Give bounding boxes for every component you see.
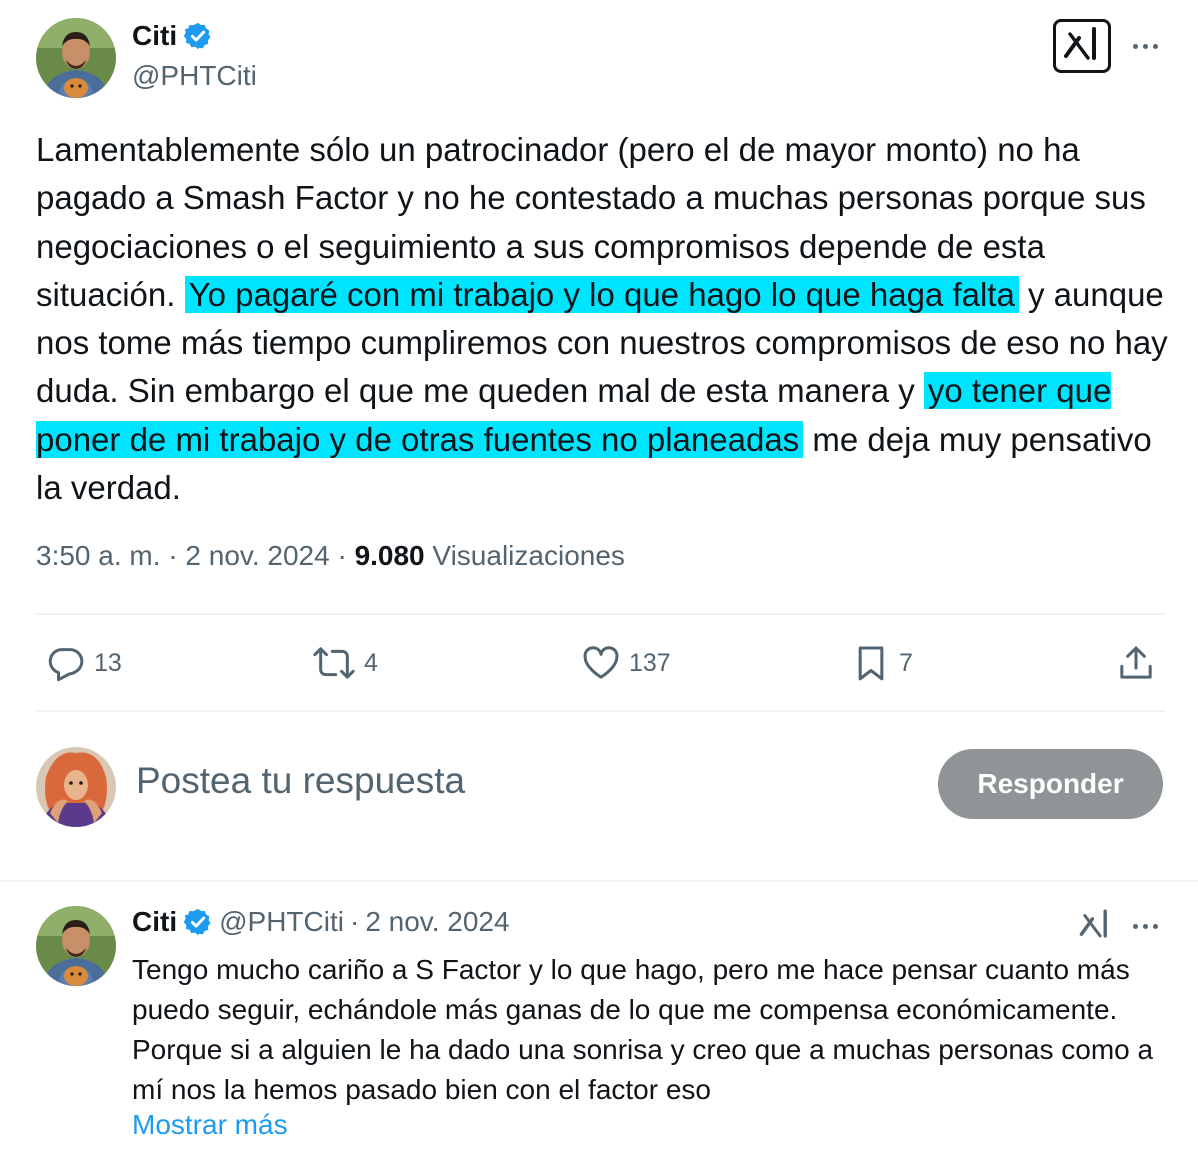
reply-author-avatar[interactable] bbox=[36, 906, 116, 986]
reply-author-handle[interactable]: @PHTCiti bbox=[219, 906, 344, 938]
tweet-date[interactable]: 2 nov. 2024 bbox=[185, 540, 329, 571]
reply-input[interactable]: Postea tu respuesta bbox=[136, 760, 465, 802]
meta-separator: · bbox=[160, 540, 186, 571]
reply-author-name[interactable]: Citi bbox=[132, 906, 177, 938]
tweet-meta: 3:50 a. m. · 2 nov. 2024 · 9.080 Visuali… bbox=[36, 540, 625, 572]
bookmark-count: 7 bbox=[899, 648, 913, 677]
retweet-icon bbox=[312, 643, 356, 683]
reply-tweet-header: Citi @PHTCiti · 2 nov. 2024 bbox=[132, 906, 510, 938]
author-name[interactable]: Citi bbox=[132, 20, 177, 52]
bookmark-icon bbox=[851, 642, 891, 684]
like-action[interactable]: 137 bbox=[581, 640, 671, 686]
tweet-time[interactable]: 3:50 a. m. bbox=[36, 540, 161, 571]
divider bbox=[36, 613, 1166, 615]
reply-icon bbox=[46, 643, 86, 683]
header-separator: · bbox=[349, 906, 360, 937]
reply-date[interactable]: 2 nov. 2024 bbox=[365, 906, 509, 938]
grok-icon bbox=[1062, 26, 1102, 67]
grok-icon[interactable] bbox=[1078, 908, 1112, 945]
author-handle[interactable]: @PHTCiti bbox=[132, 60, 257, 92]
show-more-link[interactable]: Mostrar más bbox=[132, 1109, 288, 1141]
reply-button[interactable]: Responder bbox=[938, 749, 1163, 819]
share-action[interactable] bbox=[1116, 640, 1156, 686]
retweet-action[interactable]: 4 bbox=[312, 640, 378, 686]
reply-count: 13 bbox=[94, 648, 122, 677]
reply-tweet-text: Tengo mucho cariño a S Factor y lo que h… bbox=[132, 954, 1154, 1105]
verified-badge-icon bbox=[183, 21, 213, 51]
like-count: 137 bbox=[629, 648, 671, 677]
verified-badge-icon bbox=[183, 907, 213, 937]
views-count: 9.080 bbox=[354, 540, 425, 571]
section-divider bbox=[0, 880, 1198, 882]
reply-action[interactable]: 13 bbox=[46, 640, 122, 686]
bookmark-action[interactable]: 7 bbox=[851, 640, 913, 686]
retweet-count: 4 bbox=[364, 648, 378, 677]
tweet-highlight: Yo pagaré con mi trabajo y lo que hago l… bbox=[184, 275, 1019, 313]
grok-button[interactable] bbox=[1053, 19, 1111, 73]
more-icon[interactable] bbox=[1133, 44, 1158, 49]
tweet-text: Lamentablemente sólo un patrocinador (pe… bbox=[36, 126, 1176, 512]
share-icon bbox=[1116, 643, 1156, 683]
more-icon[interactable] bbox=[1133, 924, 1158, 929]
author-avatar[interactable] bbox=[36, 18, 116, 98]
views-label: Visualizaciones bbox=[424, 540, 625, 571]
meta-separator: · bbox=[329, 540, 355, 571]
like-icon bbox=[581, 643, 621, 683]
user-avatar[interactable] bbox=[36, 747, 116, 827]
divider bbox=[36, 710, 1166, 712]
